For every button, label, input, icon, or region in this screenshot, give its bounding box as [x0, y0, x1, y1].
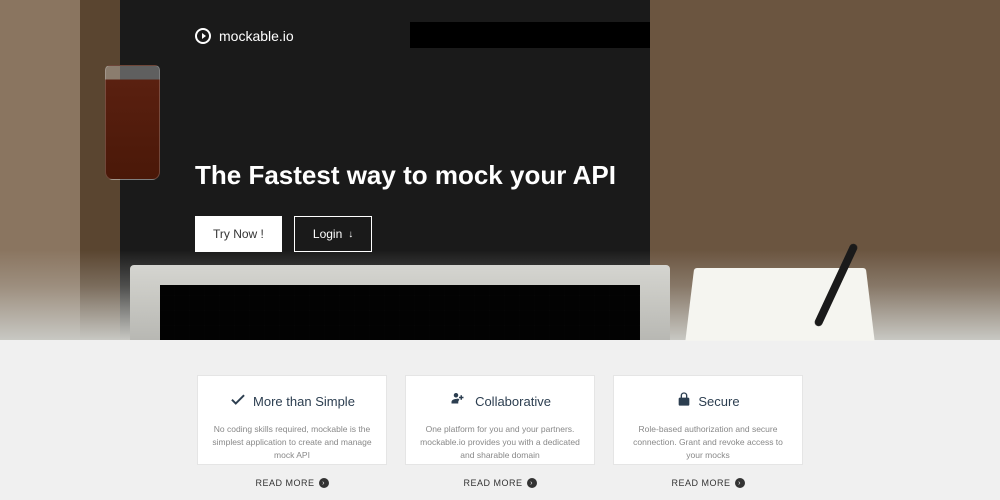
logo-play-icon [195, 28, 211, 44]
card-header: Collaborative [416, 390, 584, 413]
header: mockable.io [195, 28, 294, 44]
read-more-link[interactable]: READ MORE › [463, 478, 536, 488]
login-button[interactable]: Login ↓ [294, 216, 372, 252]
read-more-link[interactable]: READ MORE › [671, 478, 744, 488]
features-section: More than Simple No coding skills requir… [0, 340, 1000, 500]
redacted-bar [410, 22, 650, 48]
card-title: Collaborative [475, 394, 551, 409]
chevron-right-icon: › [527, 478, 537, 488]
try-now-button[interactable]: Try Now ! [195, 216, 282, 252]
card-header: More than Simple [208, 390, 376, 413]
feature-card-secure: Secure Role-based authorization and secu… [613, 375, 803, 465]
card-header: Secure [624, 390, 792, 413]
chevron-right-icon: › [319, 478, 329, 488]
card-description: No coding skills required, mockable is t… [208, 423, 376, 461]
bg-glass-decor [105, 65, 160, 180]
feature-card-simple: More than Simple No coding skills requir… [197, 375, 387, 465]
arrow-down-icon: ↓ [348, 229, 353, 240]
bg-notebook-decor [685, 268, 874, 341]
card-title: Secure [698, 394, 739, 409]
card-description: Role-based authorization and secure conn… [624, 423, 792, 461]
hero-button-row: Try Now ! Login ↓ [195, 216, 616, 252]
login-label: Login [313, 227, 342, 241]
check-icon [229, 390, 247, 413]
hero-content: The Fastest way to mock your API Try Now… [195, 160, 616, 252]
try-now-label: Try Now ! [213, 227, 264, 241]
card-title: More than Simple [253, 394, 355, 409]
hero-section: mockable.io The Fastest way to mock your… [0, 0, 1000, 340]
chevron-right-icon: › [735, 478, 745, 488]
lock-icon [676, 390, 692, 413]
card-description: One platform for you and your partners. … [416, 423, 584, 461]
hero-title: The Fastest way to mock your API [195, 160, 616, 191]
read-more-label: READ MORE [255, 478, 314, 488]
users-plus-icon [449, 390, 469, 413]
feature-card-collaborative: Collaborative One platform for you and y… [405, 375, 595, 465]
brand-name[interactable]: mockable.io [219, 28, 294, 44]
read-more-link[interactable]: READ MORE › [255, 478, 328, 488]
read-more-label: READ MORE [671, 478, 730, 488]
bg-keyboard-decor [160, 285, 640, 340]
read-more-label: READ MORE [463, 478, 522, 488]
